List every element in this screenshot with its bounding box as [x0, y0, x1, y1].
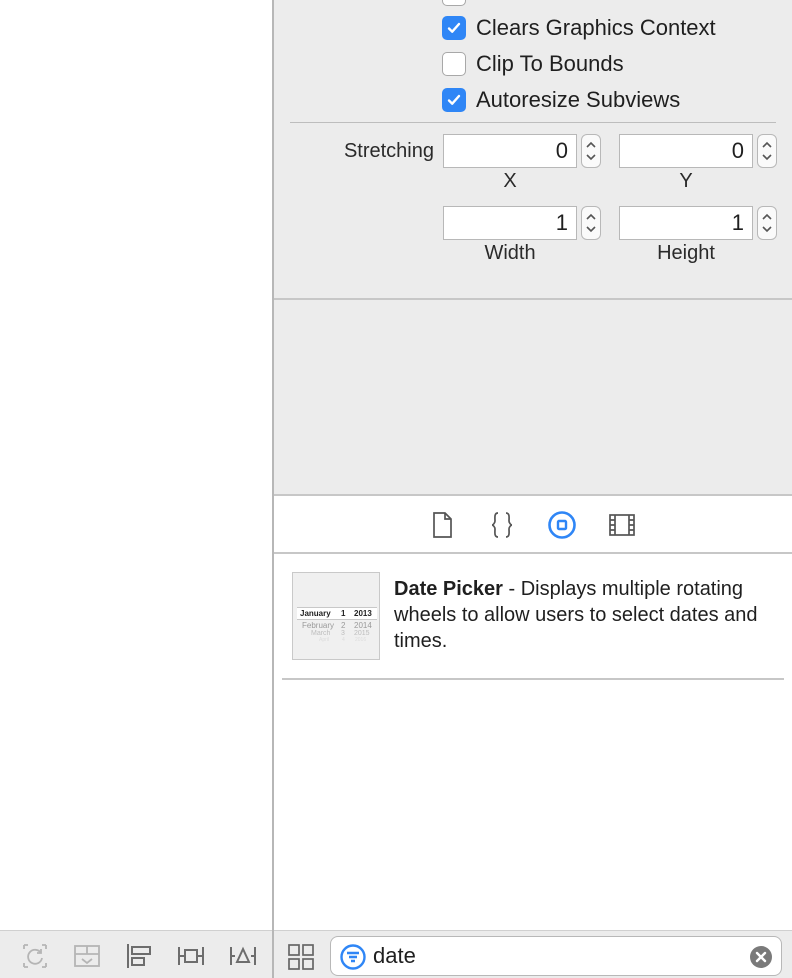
- checkmark-icon: [447, 94, 461, 105]
- stretching-width-stepper[interactable]: [581, 206, 601, 240]
- code-snippet-icon: [491, 512, 513, 538]
- media-library-icon: [609, 514, 635, 536]
- thumb-year: 2016: [355, 637, 367, 643]
- thumb-year: 2013: [354, 609, 372, 618]
- thumb-day: 2: [341, 621, 346, 630]
- update-frames-icon[interactable]: [20, 941, 50, 971]
- item-title: Date Picker: [394, 578, 503, 600]
- stretching-height-stepper[interactable]: [757, 206, 777, 240]
- autoresize-subviews-row[interactable]: Autoresize Subviews: [442, 86, 680, 114]
- resolve-issues-icon[interactable]: [228, 941, 258, 971]
- stretching-x-caption: X: [503, 170, 517, 192]
- filter-icon[interactable]: [339, 943, 367, 971]
- align-icon[interactable]: [124, 941, 154, 971]
- clears-graphics-context-row[interactable]: Clears Graphics Context: [442, 14, 716, 42]
- object-library-icon: [548, 511, 576, 539]
- clipped-checkbox[interactable]: [442, 0, 466, 6]
- clip-to-bounds-row[interactable]: Clip To Bounds: [442, 50, 624, 78]
- object-library-list: January 1 2013 February 2 2014 March 3 2…: [274, 554, 792, 930]
- stretching-height-caption: Height: [657, 242, 715, 264]
- clip-to-bounds-checkbox[interactable]: [442, 52, 466, 76]
- stretching-label: Stretching: [343, 140, 434, 162]
- grid-view-icon[interactable]: [286, 942, 316, 972]
- clip-to-bounds-label: Clip To Bounds: [476, 51, 624, 76]
- stretching-y-field[interactable]: [619, 134, 753, 168]
- canvas-bottom-toolbar: [0, 930, 272, 978]
- stepper-arrows-icon: [586, 213, 596, 233]
- stretching-width-caption: Width: [484, 242, 536, 264]
- list-item-divider: [282, 678, 784, 680]
- file-template-icon: [433, 512, 452, 538]
- embed-in-stack-icon[interactable]: [72, 941, 102, 971]
- thumb-month: January: [300, 609, 331, 618]
- section-divider: [290, 122, 776, 123]
- filter-input[interactable]: [373, 941, 733, 971]
- library-tab-bar: [274, 494, 792, 554]
- thumb-year: 2014: [354, 621, 372, 630]
- object-library-tab[interactable]: [547, 510, 577, 540]
- thumb-month: April: [319, 637, 330, 643]
- autoresize-subviews-checkbox[interactable]: [442, 88, 466, 112]
- stretching-y-caption: Y: [679, 170, 693, 192]
- stepper-arrows-icon: [586, 141, 596, 161]
- stretching-width-field[interactable]: [443, 206, 577, 240]
- stepper-arrows-icon: [762, 213, 772, 233]
- date-picker-description: Date Picker - Displays multiple rotating…: [394, 576, 774, 654]
- stepper-arrows-icon: [762, 141, 772, 161]
- inspector-bottom-divider: [274, 298, 792, 300]
- canvas-area[interactable]: [0, 0, 273, 978]
- filter-search-box[interactable]: [330, 936, 782, 976]
- thumb-year: 2015: [354, 630, 370, 637]
- thumb-day: 3: [341, 630, 345, 637]
- stretching-x-stepper[interactable]: [581, 134, 601, 168]
- stretching-x-field[interactable]: [443, 134, 577, 168]
- clears-graphics-context-label: Clears Graphics Context: [476, 15, 716, 40]
- stretching-y-stepper[interactable]: [757, 134, 777, 168]
- stretching-height-field[interactable]: [619, 206, 753, 240]
- autoresize-subviews-label: Autoresize Subviews: [476, 87, 681, 112]
- code-snippet-library-tab[interactable]: [487, 510, 517, 540]
- thumb-day: 1: [341, 609, 346, 618]
- thumb-month: February: [302, 621, 335, 630]
- thumb-month: March: [311, 630, 331, 637]
- clear-search-icon[interactable]: [749, 945, 773, 969]
- media-library-tab[interactable]: [607, 510, 637, 540]
- add-constraints-icon[interactable]: [176, 941, 206, 971]
- attributes-inspector: Clears Graphics Context Clip To Bounds A…: [274, 0, 792, 495]
- file-template-library-tab[interactable]: [427, 510, 457, 540]
- clears-graphics-context-checkbox[interactable]: [442, 16, 466, 40]
- checkmark-icon: [447, 22, 461, 33]
- library-filter-bar: [274, 930, 792, 978]
- thumb-day: 4: [342, 637, 345, 643]
- date-picker-thumbnail: January 1 2013 February 2 2014 March 3 2…: [292, 572, 380, 660]
